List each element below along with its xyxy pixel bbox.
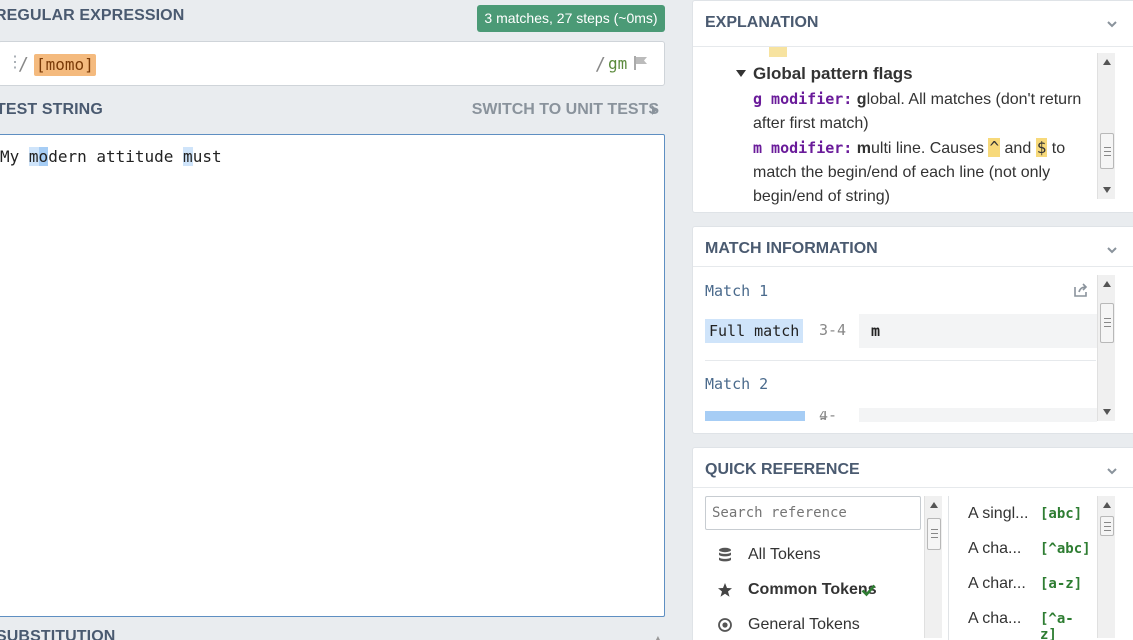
regex-input[interactable]: ⋮ / [momo] / gm xyxy=(0,41,665,86)
match-1-value[interactable]: m xyxy=(859,314,1097,348)
reference-desc: A char... xyxy=(968,575,1026,592)
match-1-range: 3-4 xyxy=(819,321,847,339)
full-match-tag-partial xyxy=(705,411,805,421)
star-icon xyxy=(718,583,732,597)
regex-pattern[interactable]: [momo] xyxy=(34,54,96,76)
chevron-right-icon xyxy=(652,105,657,115)
match-highlight: o xyxy=(38,147,49,166)
reference-row[interactable]: A singl... [abc] xyxy=(968,505,1088,523)
explanation-group[interactable]: Global pattern flags xyxy=(736,62,1088,87)
explanation-body: Global pattern flags g modifier: global.… xyxy=(736,62,1088,209)
g-bold: g xyxy=(856,91,867,108)
match-count-badge: 3 matches, 27 steps (~0ms) xyxy=(477,5,665,32)
m-modifier-token: m modifier: xyxy=(753,139,853,157)
truncated-token-chip xyxy=(769,47,787,57)
text-segment: dern attitude xyxy=(48,147,184,166)
divider xyxy=(693,266,1133,267)
scroll-up-icon[interactable] xyxy=(930,502,938,508)
checkmark-icon xyxy=(861,584,876,597)
scroll-thumb[interactable] xyxy=(1100,303,1114,343)
divider xyxy=(705,360,1096,361)
dollar-chip: $ xyxy=(1035,138,1048,157)
match-highlight: m xyxy=(183,147,193,166)
reference-desc: A singl... xyxy=(968,505,1029,522)
quick-reference-title: QUICK REFERENCE xyxy=(705,461,860,478)
scroll-up-icon[interactable] xyxy=(1103,281,1111,287)
reference-token: [a-z] xyxy=(1040,576,1083,592)
match-2-range: 4-5 xyxy=(819,411,838,420)
reference-token: [^abc] xyxy=(1040,541,1091,557)
full-match-tag: Full match xyxy=(705,319,804,343)
regex-delimiter-open: / xyxy=(18,54,29,75)
match-info-scrollbar[interactable] xyxy=(1097,275,1115,421)
scroll-thumb[interactable] xyxy=(927,518,941,550)
category-label: Common Tokens xyxy=(748,581,877,598)
m-modifier-line: m modifier: multi line. Causes ^ and $ t… xyxy=(753,136,1088,209)
reference-token: [abc] xyxy=(1040,506,1083,522)
database-icon xyxy=(719,547,731,562)
chevron-up-icon[interactable]: ▲ xyxy=(652,632,664,640)
g-modifier-line: g modifier: global. All matches (don't r… xyxy=(753,87,1088,136)
scroll-thumb[interactable] xyxy=(1100,133,1114,169)
g-modifier-token: g modifier: xyxy=(753,90,853,108)
reference-row[interactable]: A cha... [^a-z] xyxy=(968,610,1088,640)
text-segment: My xyxy=(0,147,29,166)
reference-desc: A cha... xyxy=(968,610,1022,627)
left-pane: REGULAR EXPRESSION 3 matches, 27 steps (… xyxy=(0,0,678,640)
reference-row[interactable]: A char... [a-z] xyxy=(968,575,1088,593)
test-string-section-title: TEST STRING xyxy=(0,101,103,118)
switch-to-unit-tests-link[interactable]: SWITCH TO UNIT TESTS xyxy=(472,101,659,119)
category-scrollbar[interactable] xyxy=(924,496,942,638)
match-highlight: m xyxy=(28,147,39,166)
explanation-scrollbar[interactable] xyxy=(1097,53,1115,199)
m-desc-1: ulti line. Causes xyxy=(871,140,984,157)
reference-scrollbar[interactable] xyxy=(1097,496,1115,638)
regex-delimiter-close: / xyxy=(595,54,606,75)
share-icon[interactable] xyxy=(1073,282,1089,298)
match-information-title: MATCH INFORMATION xyxy=(705,240,878,257)
scroll-down-icon[interactable] xyxy=(1103,409,1111,415)
chevron-down-icon[interactable] xyxy=(1107,19,1117,29)
divider xyxy=(693,46,1133,47)
chevron-down-icon[interactable] xyxy=(1107,245,1117,255)
reference-row[interactable]: A cha... [^abc] xyxy=(968,540,1091,558)
match-2-label: Match 2 xyxy=(705,375,769,393)
match-1-label: Match 1 xyxy=(705,282,769,300)
match-2-value[interactable] xyxy=(859,408,1097,422)
category-label: General Tokens xyxy=(748,616,860,633)
substitution-section-title: SUBSTITUTION xyxy=(0,628,116,640)
m-bold: m xyxy=(856,140,872,157)
regex-section-title: REGULAR EXPRESSION xyxy=(0,7,185,24)
test-string-text: My modern attitude must xyxy=(0,146,222,168)
scroll-up-icon[interactable] xyxy=(1103,59,1111,65)
scroll-up-icon[interactable] xyxy=(1103,502,1111,508)
category-label: All Tokens xyxy=(748,546,821,563)
reference-token: [^a-z] xyxy=(1040,611,1074,640)
flag-icon[interactable] xyxy=(633,55,649,71)
reference-desc: A cha... xyxy=(968,540,1022,557)
explanation-panel: EXPLANATION Global pattern flags g modif… xyxy=(692,0,1133,213)
search-reference-input[interactable] xyxy=(705,496,921,530)
chevron-down-icon[interactable] xyxy=(1107,466,1117,476)
regex-flags[interactable]: gm xyxy=(608,54,627,73)
explanation-title: EXPLANATION xyxy=(705,14,819,31)
scroll-thumb[interactable] xyxy=(1100,516,1114,536)
match-information-panel: MATCH INFORMATION Match 1 Full match 3-4… xyxy=(692,226,1133,434)
right-pane: EXPLANATION Global pattern flags g modif… xyxy=(678,0,1133,640)
group-title: Global pattern flags xyxy=(753,64,913,83)
target-icon xyxy=(718,618,732,632)
collapse-triangle-icon[interactable] xyxy=(736,70,746,77)
divider xyxy=(693,487,1133,488)
and-text: and xyxy=(1004,140,1032,157)
scroll-down-icon[interactable] xyxy=(1103,187,1111,193)
text-segment: ust xyxy=(192,147,222,166)
test-string-editor[interactable]: My modern attitude must xyxy=(0,134,665,617)
caret-chip: ^ xyxy=(988,138,1001,157)
divider xyxy=(948,496,949,640)
quick-reference-panel: QUICK REFERENCE All Tokens Common Tokens xyxy=(692,447,1133,640)
